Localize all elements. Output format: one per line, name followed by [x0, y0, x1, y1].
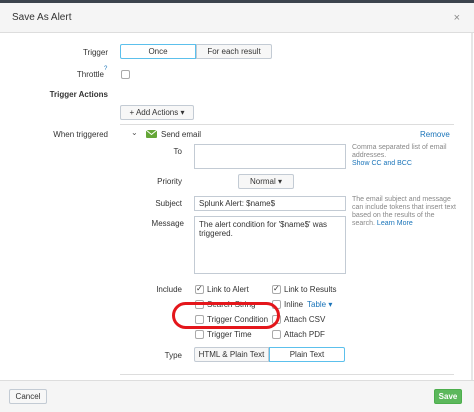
when-triggered-label: When triggered	[53, 130, 108, 139]
trigger-condition-checkbox[interactable]	[195, 315, 204, 324]
inline-label: Inline	[284, 300, 304, 309]
inline-format-dropdown[interactable]: Table ▾	[307, 300, 332, 309]
save-as-alert-dialog: Save As Alert × Trigger Once For each re…	[0, 3, 474, 412]
to-label: To	[173, 147, 182, 156]
trigger-condition-label: Trigger Condition	[207, 315, 269, 324]
scrollbar[interactable]	[471, 33, 473, 380]
link-to-results-checkbox[interactable]	[272, 284, 281, 294]
throttle-help-icon[interactable]: ?	[104, 66, 107, 72]
subject-label: Subject	[155, 199, 182, 208]
add-actions-button[interactable]: + Add Actions ▾	[120, 105, 194, 120]
cancel-button[interactable]: Cancel	[9, 389, 47, 404]
trigger-for-each-result-button[interactable]: For each result	[196, 44, 272, 59]
include-label: Include	[156, 285, 182, 294]
type-html-plain-text-button[interactable]: HTML & Plain Text	[194, 347, 269, 362]
search-string-checkbox[interactable]	[195, 300, 204, 309]
email-icon	[145, 129, 158, 138]
message-label: Message	[151, 219, 184, 228]
type-label: Type	[164, 351, 182, 360]
trigger-label: Trigger	[82, 48, 108, 57]
send-email-label: Send email	[161, 130, 202, 139]
save-button[interactable]: Save	[434, 389, 462, 404]
attach-csv-checkbox[interactable]	[272, 315, 281, 324]
trigger-time-checkbox[interactable]	[195, 330, 204, 339]
subject-field[interactable]: Splunk Alert: $name$	[194, 196, 346, 211]
attach-pdf-checkbox[interactable]	[272, 330, 281, 339]
remove-action-link[interactable]: Remove	[420, 130, 450, 139]
divider	[120, 374, 454, 375]
inline-checkbox[interactable]	[272, 300, 281, 309]
dialog-header: Save As Alert ×	[0, 3, 474, 33]
to-help: Comma separated list of email addresses.	[352, 144, 447, 159]
link-to-alert-checkbox[interactable]	[195, 284, 204, 294]
attach-pdf-label: Attach PDF	[284, 330, 325, 339]
dialog-title: Save As Alert	[12, 12, 72, 23]
learn-more-link[interactable]: Learn More	[377, 220, 413, 227]
link-to-alert-label: Link to Alert	[207, 285, 249, 294]
throttle-label: Throttle	[76, 70, 104, 79]
trigger-once-button[interactable]: Once	[120, 44, 196, 59]
type-plain-text-button[interactable]: Plain Text	[269, 347, 345, 362]
divider	[120, 124, 454, 125]
trigger-actions-heading: Trigger Actions	[49, 90, 108, 99]
close-icon[interactable]: ×	[454, 12, 460, 24]
to-help-text: Comma separated list of email addresses.…	[352, 144, 452, 168]
link-to-results-label: Link to Results	[284, 285, 337, 294]
trigger-time-label: Trigger Time	[207, 330, 252, 339]
throttle-checkbox[interactable]	[121, 70, 130, 79]
priority-label: Priority	[157, 177, 182, 186]
dialog-body[interactable]: Trigger Once For each result Throttle ? …	[0, 34, 474, 380]
dialog-footer: Cancel Save	[0, 380, 474, 412]
priority-dropdown[interactable]: Normal ▾	[238, 174, 294, 189]
show-cc-bcc-link[interactable]: Show CC and BCC	[352, 160, 412, 167]
message-field[interactable]: The alert condition for '$name$' was tri…	[194, 216, 346, 274]
subject-help-text: The email subject and message can includ…	[352, 196, 456, 228]
chevron-down-icon[interactable]: ⌄	[131, 128, 138, 137]
attach-csv-label: Attach CSV	[284, 315, 326, 324]
search-string-label: Search String	[207, 300, 256, 309]
to-field[interactable]	[194, 144, 346, 169]
